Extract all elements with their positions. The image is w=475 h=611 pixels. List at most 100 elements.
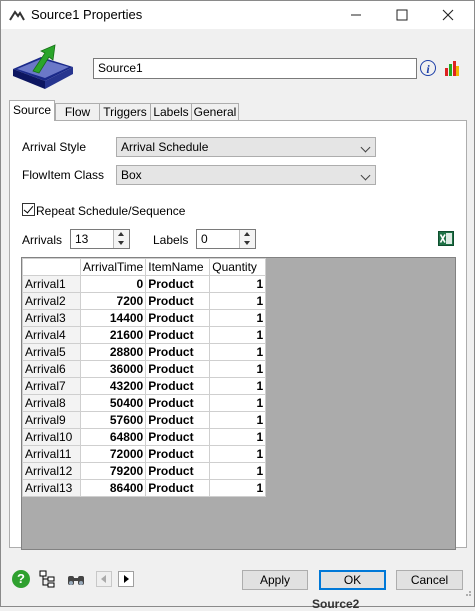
table-row: Arrival10 64800 Product 1 — [22, 428, 267, 446]
quantity-cell[interactable]: 1 — [209, 377, 267, 395]
arrival-schedule-table[interactable]: ArrivalTime ItemName Quantity Arrival1 0 P… — [21, 257, 456, 550]
statistics-icon[interactable] — [444, 59, 460, 77]
quantity-cell[interactable]: 1 — [209, 479, 267, 497]
quantity-cell[interactable]: 1 — [209, 309, 267, 327]
resize-grip-icon[interactable] — [462, 587, 472, 597]
arrival-time-cell[interactable]: 79200 — [79, 462, 147, 480]
table-header-row: ArrivalTime ItemName Quantity — [22, 258, 267, 276]
minimize-icon[interactable] — [333, 1, 379, 29]
arrival-time-cell[interactable]: 36000 — [79, 360, 147, 378]
arrival-time-cell[interactable]: 50400 — [79, 394, 147, 412]
tab-triggers[interactable]: Triggers — [99, 103, 151, 120]
quantity-cell[interactable]: 1 — [209, 411, 267, 429]
quantity-cell[interactable]: 1 — [209, 360, 267, 378]
quantity-cell[interactable]: 1 — [209, 275, 267, 293]
arrival-time-cell[interactable]: 64800 — [79, 428, 147, 446]
quantity-cell[interactable]: 1 — [209, 326, 267, 344]
item-name-cell[interactable]: Product — [145, 343, 211, 361]
find-icon[interactable] — [67, 570, 85, 588]
column-header-arrival-time[interactable]: ArrivalTime — [79, 258, 147, 276]
flowitem-class-dropdown[interactable]: Box — [116, 165, 376, 185]
quantity-cell[interactable]: 1 — [209, 394, 267, 412]
row-header[interactable]: Arrival6 — [22, 360, 81, 378]
quantity-cell[interactable]: 1 — [209, 428, 267, 446]
item-name-cell[interactable]: Product — [145, 445, 211, 463]
item-name-cell[interactable]: Product — [145, 462, 211, 480]
arrival-style-label: Arrival Style — [22, 140, 87, 154]
labels-value: 0 — [201, 232, 208, 246]
row-header[interactable]: Arrival7 — [22, 377, 81, 395]
help-icon[interactable]: ? — [12, 570, 30, 588]
row-header[interactable]: Arrival13 — [22, 479, 81, 497]
arrival-time-cell[interactable]: 7200 — [79, 292, 147, 310]
row-header[interactable]: Arrival8 — [22, 394, 81, 412]
quantity-cell[interactable]: 1 — [209, 292, 267, 310]
arrival-time-cell[interactable]: 86400 — [79, 479, 147, 497]
item-name-cell[interactable]: Product — [145, 292, 211, 310]
next-icon[interactable] — [118, 571, 134, 587]
row-header[interactable]: Arrival3 — [22, 309, 81, 327]
table-row: Arrival9 57600 Product 1 — [22, 411, 267, 429]
arrivals-spinner[interactable]: 13 — [70, 229, 130, 249]
chevron-down-icon — [360, 170, 371, 181]
table-corner-cell[interactable] — [22, 258, 81, 276]
row-header[interactable]: Arrival4 — [22, 326, 81, 344]
row-header[interactable]: Arrival9 — [22, 411, 81, 429]
spin-down-button[interactable] — [114, 239, 129, 248]
tab-labels[interactable]: Labels — [150, 103, 192, 120]
arrival-time-cell[interactable]: 43200 — [79, 377, 147, 395]
item-name-cell[interactable]: Product — [145, 428, 211, 446]
dialog-footer: ? Apply OK Cancel — [1, 559, 474, 599]
table-row: Arrival6 36000 Product 1 — [22, 360, 267, 378]
table-row: Arrival3 14400 Product 1 — [22, 309, 267, 327]
quantity-cell[interactable]: 1 — [209, 445, 267, 463]
tree-icon[interactable] — [39, 570, 57, 588]
item-name-cell[interactable]: Product — [145, 309, 211, 327]
apply-button[interactable]: Apply — [242, 570, 308, 590]
quantity-cell[interactable]: 1 — [209, 462, 267, 480]
row-header[interactable]: Arrival11 — [22, 445, 81, 463]
item-name-cell[interactable]: Product — [145, 275, 211, 293]
row-header[interactable]: Arrival10 — [22, 428, 81, 446]
tab-general[interactable]: General — [191, 103, 239, 120]
labels-spinner[interactable]: 0 — [196, 229, 256, 249]
table-row: Arrival11 72000 Product 1 — [22, 445, 267, 463]
ok-button[interactable]: OK — [319, 570, 386, 590]
previous-icon[interactable] — [96, 571, 112, 587]
column-header-item-name[interactable]: ItemName — [145, 258, 211, 276]
arrival-time-cell[interactable]: 72000 — [79, 445, 147, 463]
close-icon[interactable] — [425, 1, 471, 29]
item-name-cell[interactable]: Product — [145, 411, 211, 429]
spin-down-button[interactable] — [240, 239, 255, 248]
excel-export-icon[interactable] — [438, 231, 454, 246]
arrival-time-cell[interactable]: 21600 — [79, 326, 147, 344]
arrival-time-cell[interactable]: 14400 — [79, 309, 147, 327]
cancel-button[interactable]: Cancel — [396, 570, 463, 590]
repeat-schedule-label: Repeat Schedule/Sequence — [36, 204, 186, 218]
info-icon[interactable]: i — [420, 60, 436, 76]
item-name-cell[interactable]: Product — [145, 479, 211, 497]
object-name-input[interactable]: Source1 — [93, 58, 417, 79]
arrival-time-cell[interactable]: 28800 — [79, 343, 147, 361]
arrival-style-dropdown[interactable]: Arrival Schedule — [116, 137, 376, 157]
quantity-cell[interactable]: 1 — [209, 343, 267, 361]
row-header[interactable]: Arrival5 — [22, 343, 81, 361]
row-header[interactable]: Arrival2 — [22, 292, 81, 310]
tab-flow[interactable]: Flow — [55, 103, 100, 120]
column-header-quantity[interactable]: Quantity — [209, 258, 267, 276]
tab-source[interactable]: Source — [9, 100, 55, 121]
item-name-cell[interactable]: Product — [145, 326, 211, 344]
labels-label: Labels — [153, 233, 189, 247]
item-name-cell[interactable]: Product — [145, 394, 211, 412]
repeat-schedule-checkbox[interactable] — [22, 203, 35, 216]
flowitem-class-label: FlowItem Class — [22, 168, 105, 182]
item-name-cell[interactable]: Product — [145, 360, 211, 378]
row-header[interactable]: Arrival1 — [22, 275, 81, 293]
arrival-time-cell[interactable]: 57600 — [79, 411, 147, 429]
maximize-icon[interactable] — [379, 1, 425, 29]
title-bar[interactable]: Source1 Properties — [1, 1, 474, 29]
arrival-time-cell[interactable]: 0 — [79, 275, 147, 293]
table-row: Arrival5 28800 Product 1 — [22, 343, 267, 361]
row-header[interactable]: Arrival12 — [22, 462, 81, 480]
item-name-cell[interactable]: Product — [145, 377, 211, 395]
